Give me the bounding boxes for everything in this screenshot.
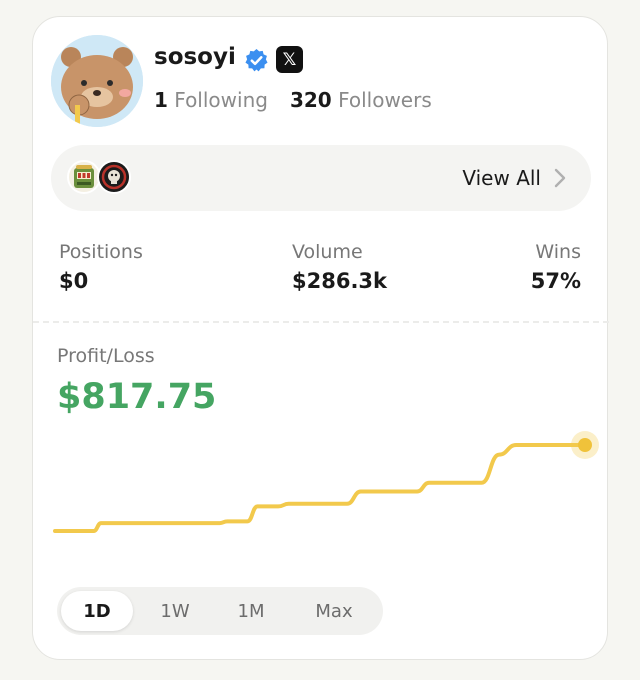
slot-machine-icon — [67, 160, 101, 194]
following-label: Following — [174, 88, 268, 112]
badge-icon — [97, 160, 131, 194]
followers-count: 320 — [289, 88, 332, 112]
avatar[interactable] — [51, 35, 143, 127]
following-link[interactable]: 1 Following — [154, 88, 268, 112]
wins-label: Wins — [535, 241, 581, 263]
volume-label: Volume — [292, 241, 363, 263]
followers-link[interactable]: 320 Followers — [290, 88, 432, 112]
profile-card: sosoyi 𝕏 1 Following 320 Followers View … — [32, 16, 609, 660]
chart-endpoint-marker[interactable] — [578, 438, 592, 452]
username: sosoyi — [154, 44, 236, 70]
x-logo-icon: 𝕏 — [282, 49, 297, 70]
collections-bar[interactable]: View All — [51, 145, 591, 211]
time-range-selector: 1D 1W 1M Max — [57, 587, 383, 635]
wins-value: 57% — [530, 269, 581, 293]
positions-value: $0 — [59, 269, 89, 293]
bear-avatar-icon — [51, 35, 143, 127]
positions-label: Positions — [59, 241, 143, 263]
view-all-link[interactable]: View All — [462, 166, 541, 190]
following-count: 1 — [154, 88, 168, 112]
followers-label: Followers — [338, 88, 432, 112]
range-tab-max[interactable]: Max — [293, 591, 375, 631]
divider — [33, 321, 609, 323]
chevron-right-icon — [554, 168, 566, 188]
pnl-series-line — [53, 443, 587, 534]
range-tab-1m[interactable]: 1M — [215, 591, 287, 631]
profit-loss-label: Profit/Loss — [57, 345, 155, 367]
verified-badge-icon — [245, 49, 268, 72]
range-tab-1w[interactable]: 1W — [139, 591, 211, 631]
volume-value: $286.3k — [292, 269, 388, 293]
profit-loss-value: $817.75 — [57, 377, 217, 417]
follow-stats: 1 Following 320 Followers — [154, 88, 432, 112]
x-social-button[interactable]: 𝕏 — [276, 46, 303, 73]
range-tab-1d[interactable]: 1D — [61, 591, 133, 631]
